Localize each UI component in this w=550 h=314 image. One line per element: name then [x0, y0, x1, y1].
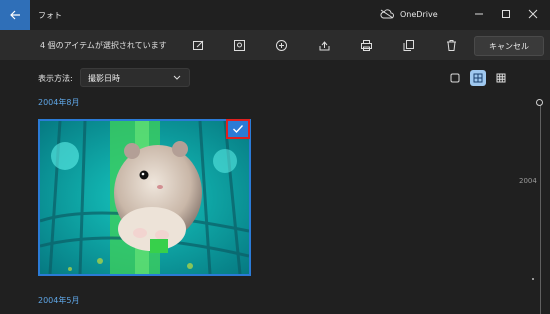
view-by-label: 表示方法: — [38, 74, 73, 83]
delete-button[interactable] — [443, 37, 459, 53]
view-small-button[interactable] — [493, 70, 509, 86]
add-icon — [275, 39, 287, 51]
back-button[interactable] — [0, 0, 30, 30]
share-button[interactable] — [316, 37, 332, 53]
print-icon — [360, 39, 372, 51]
minimize-icon — [475, 13, 483, 15]
timeline-marker — [532, 278, 534, 280]
view-by-select[interactable]: 撮影日時 — [80, 68, 190, 87]
onedrive-status[interactable]: OneDrive — [380, 9, 438, 19]
share-icon — [319, 40, 329, 50]
cloud-off-icon — [380, 9, 394, 19]
close-button[interactable] — [522, 4, 544, 24]
view-large-button[interactable] — [447, 70, 463, 86]
view-medium-button[interactable] — [470, 70, 486, 86]
timeline-year-label: 2004 — [519, 177, 537, 185]
edit-icon — [192, 40, 203, 50]
share-to-image-icon — [233, 39, 245, 51]
timeline-scrubber[interactable] — [540, 100, 541, 314]
cancel-button[interactable]: キャンセル — [474, 36, 544, 56]
photo-thumbnail[interactable] — [38, 119, 251, 276]
checkmark-icon — [233, 125, 244, 134]
grid-4-icon — [473, 73, 483, 83]
maximize-icon — [502, 10, 510, 18]
grid-9-icon — [496, 73, 506, 83]
chevron-down-icon — [173, 75, 181, 80]
selection-count: 4 個のアイテムが選択されています — [40, 41, 167, 50]
selection-toolbar: 4 個のアイテムが選択されています — [0, 30, 550, 60]
print-button[interactable] — [358, 37, 374, 53]
delete-icon — [446, 39, 456, 51]
back-arrow-icon — [10, 10, 20, 20]
timeline-handle[interactable] — [536, 99, 543, 106]
copy-button[interactable] — [400, 37, 416, 53]
minimize-button[interactable] — [468, 4, 490, 24]
maximize-button[interactable] — [495, 4, 517, 24]
share-to-image-button[interactable] — [231, 37, 247, 53]
view-by-value: 撮影日時 — [88, 74, 120, 83]
app-title: フォト — [38, 11, 62, 20]
hamster-photo — [40, 121, 249, 274]
group-date-heading[interactable]: 2004年8月 — [38, 97, 79, 108]
close-icon — [528, 9, 538, 19]
edit-button[interactable] — [190, 37, 206, 53]
single-square-icon — [450, 73, 460, 83]
title-bar: フォト OneDrive — [0, 0, 550, 30]
group-date-heading-2[interactable]: 2004年5月 — [38, 295, 79, 306]
add-button[interactable] — [273, 37, 289, 53]
onedrive-label: OneDrive — [400, 9, 438, 19]
photo-select-checkbox[interactable] — [226, 119, 250, 139]
copy-icon — [403, 39, 414, 51]
